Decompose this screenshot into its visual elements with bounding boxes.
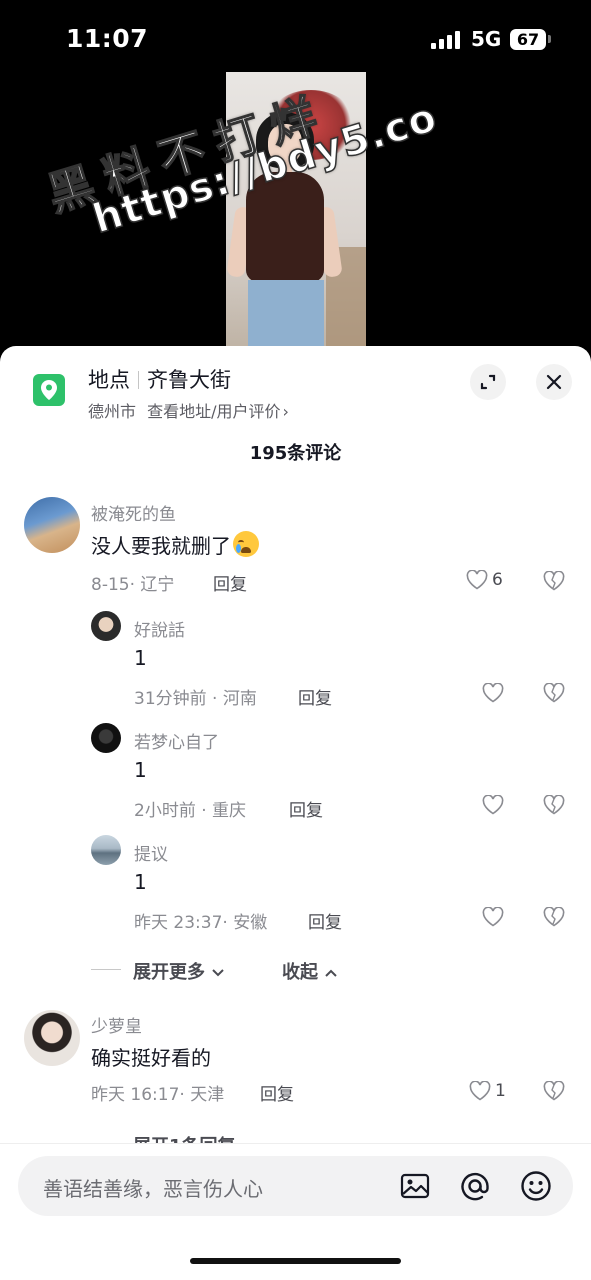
status-time: 11:07 — [66, 24, 149, 53]
emoji-icon[interactable] — [519, 1169, 553, 1203]
location-title[interactable]: 地点 齐鲁大街 — [88, 364, 231, 394]
home-indicator[interactable] — [190, 1258, 401, 1264]
reply-username[interactable]: 好說話 — [134, 616, 185, 641]
collapse-label: 收起 — [282, 962, 318, 983]
chevron-up-icon — [325, 969, 337, 977]
fold-divider — [91, 969, 121, 970]
reply-meta: 31分钟前 · 河南 — [134, 689, 257, 709]
image-icon[interactable] — [398, 1169, 432, 1203]
comment-text: 确实挺好看的 — [91, 1046, 211, 1070]
comment-username[interactable]: 少萝皇 — [91, 1012, 142, 1037]
video-figure-jeans — [248, 280, 324, 348]
broken-heart-icon[interactable] — [543, 907, 565, 927]
video-player[interactable] — [226, 72, 366, 348]
broken-heart-icon[interactable] — [543, 1081, 565, 1101]
expand-button[interactable] — [470, 364, 506, 400]
chevron-down-icon — [212, 969, 224, 977]
comment-sheet: 地点 齐鲁大街 德州市 查看地址/用户评价 › 195条评论 被淹死的鱼 没人要我就… — [0, 346, 591, 1280]
broken-heart-icon[interactable] — [543, 795, 565, 815]
broken-heart-icon[interactable] — [543, 571, 565, 591]
comment-text-content: 没人要我就删了 — [91, 534, 231, 558]
at-mention-icon[interactable] — [458, 1169, 492, 1203]
status-bar: 11:07 5G 67 — [0, 0, 591, 80]
input-placeholder: 善语结善缘，恶言伤人心 — [43, 1177, 263, 1201]
expand-more-button[interactable]: 展开更多 — [133, 958, 225, 984]
avatar[interactable] — [24, 497, 80, 553]
avatar[interactable] — [24, 1010, 80, 1066]
like-count: 1 — [495, 1081, 506, 1101]
reply-username[interactable]: 提议 — [134, 840, 168, 865]
reply-meta: 2小时前 · 重庆 — [134, 801, 247, 821]
title-separator — [138, 371, 139, 389]
crying-emoji-icon — [233, 531, 259, 557]
close-icon — [546, 374, 562, 390]
comment-count: 195条评论 — [249, 443, 342, 464]
avatar[interactable] — [91, 611, 121, 641]
heart-icon — [469, 1081, 491, 1101]
video-figure-shirt — [246, 172, 324, 282]
location-pin-icon — [33, 374, 65, 406]
reply-button[interactable]: 回复 — [308, 908, 342, 933]
video-figure-face — [268, 124, 302, 164]
comment-text: 没人要我就删了 — [91, 530, 259, 559]
like-button[interactable]: 1 — [469, 1081, 506, 1101]
close-button[interactable] — [536, 364, 572, 400]
location-link[interactable]: 查看地址/用户评价 — [147, 402, 280, 421]
comment-username[interactable]: 被淹死的鱼 — [91, 500, 176, 525]
reply-meta: 昨天 23:37· 安徽 — [134, 913, 268, 933]
comment-meta: 昨天 16:17· 天津 — [91, 1085, 225, 1105]
reply-button[interactable]: 回复 — [260, 1080, 294, 1105]
heart-icon[interactable] — [482, 907, 504, 927]
reply-button[interactable]: 回复 — [298, 684, 332, 709]
reply-button[interactable]: 回复 — [213, 570, 247, 595]
heart-icon[interactable] — [482, 683, 504, 703]
comment-meta: 8-15· 辽宁 — [91, 575, 175, 595]
like-button[interactable]: 6 — [466, 570, 503, 590]
reply-username[interactable]: 若梦心自了 — [134, 728, 219, 753]
signal-icon — [431, 31, 463, 49]
expand-more-label: 展开更多 — [133, 962, 205, 983]
network-type: 5G — [471, 27, 502, 51]
reply-text: 1 — [134, 646, 147, 670]
chevron-right-icon: › — [282, 402, 289, 421]
heart-icon[interactable] — [482, 795, 504, 815]
location-name: 齐鲁大街 — [147, 368, 231, 392]
location-subtitle[interactable]: 德州市 查看地址/用户评价 › — [88, 398, 289, 422]
avatar[interactable] — [91, 835, 121, 865]
reply-text: 1 — [134, 870, 147, 894]
battery-tip — [548, 35, 551, 43]
reply-text: 1 — [134, 758, 147, 782]
comment-input[interactable]: 善语结善缘，恶言伤人心 — [18, 1156, 573, 1216]
comment-input-bar: 善语结善缘，恶言伤人心 — [0, 1143, 591, 1280]
location-city: 德州市 — [88, 402, 137, 421]
location-title-prefix: 地点 — [88, 368, 130, 392]
broken-heart-icon[interactable] — [543, 683, 565, 703]
like-count: 6 — [492, 570, 503, 590]
collapse-button[interactable]: 收起 — [282, 958, 338, 984]
battery-icon: 67 — [510, 29, 546, 50]
heart-icon — [466, 570, 488, 590]
expand-icon — [480, 374, 496, 390]
avatar[interactable] — [91, 723, 121, 753]
reply-button[interactable]: 回复 — [289, 796, 323, 821]
